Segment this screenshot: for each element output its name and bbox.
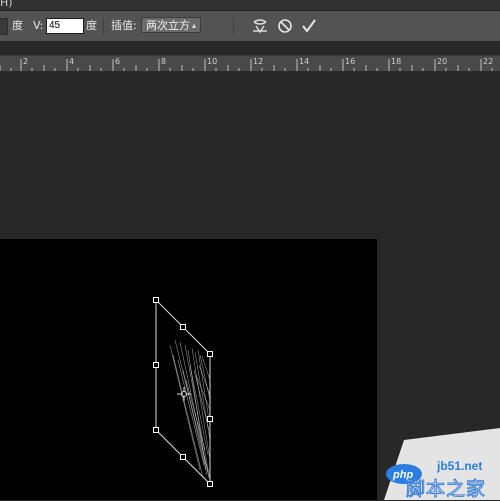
handle-middle-left[interactable] bbox=[153, 362, 159, 368]
handle-top-right[interactable] bbox=[207, 351, 213, 357]
watermark-name: 脚本之家 bbox=[405, 478, 487, 501]
handle-bottom-right[interactable] bbox=[207, 481, 213, 487]
reference-point-icon[interactable] bbox=[177, 387, 191, 401]
handle-bottom-middle[interactable] bbox=[180, 454, 186, 460]
transform-bounding-box[interactable] bbox=[0, 0, 500, 500]
texture-streaks bbox=[169, 339, 211, 481]
handle-top-middle[interactable] bbox=[180, 324, 186, 330]
watermark-url: jb51.net bbox=[437, 459, 483, 473]
handle-top-left[interactable] bbox=[153, 297, 159, 303]
handle-bottom-left[interactable] bbox=[153, 427, 159, 433]
handle-middle-right[interactable] bbox=[207, 416, 213, 422]
site-watermark: php jb51.net 脚本之家 bbox=[384, 428, 500, 501]
